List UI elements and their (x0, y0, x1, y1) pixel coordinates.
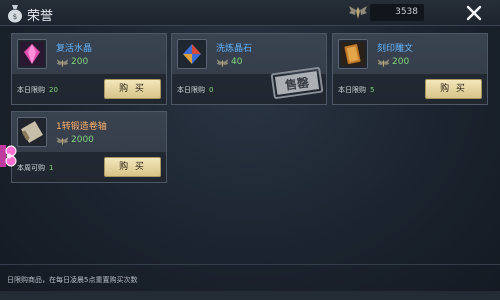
item-price: 200 (71, 57, 89, 67)
shop-item-card: 复活水晶 200 本日限购 20 购 买 (11, 33, 167, 105)
purchase-limit: 本日限购 5 (338, 85, 374, 95)
pink-crystal-icon (17, 39, 47, 69)
honor-currency-value: 3538 (370, 4, 424, 21)
svg-text:$: $ (13, 13, 17, 21)
footer-divider (0, 264, 500, 265)
limit-label: 本周可购 (17, 164, 45, 172)
purchase-limit: 本日限购 20 (17, 85, 58, 95)
limit-count: 5 (370, 86, 375, 94)
item-price: 40 (231, 57, 243, 67)
purchase-limit: 本日限购 0 (177, 85, 213, 95)
limit-count: 20 (49, 86, 58, 94)
refine-stone-icon (177, 39, 207, 69)
top-bar: $ 荣誉 3538 (0, 0, 500, 26)
honor-wings-icon (377, 59, 390, 68)
close-icon[interactable] (462, 1, 486, 25)
side-tab-icon[interactable] (0, 143, 17, 169)
limit-label: 本日限购 (17, 86, 45, 94)
limit-label: 本日限购 (177, 86, 205, 94)
engrave-rune-icon (338, 39, 368, 69)
honor-wings-icon (56, 59, 69, 68)
item-name: 刻印雕文 (377, 44, 414, 54)
bag-icon: $ (8, 5, 22, 23)
shop-item-card: 1转锻造卷轴 2000 本周可购 1 购 买 (11, 111, 167, 183)
limit-count: 0 (209, 86, 214, 94)
bottom-bar (0, 291, 500, 300)
item-price: 2000 (71, 135, 94, 145)
footer-note: 日限购商品，在每日凌晨5点重置购买次数 (7, 276, 138, 284)
limit-count: 1 (49, 164, 54, 172)
limit-label: 本日限购 (338, 86, 366, 94)
shop-item-card: 刻印雕文 200 本日限购 5 购 买 (332, 33, 488, 105)
item-price: 200 (392, 57, 410, 67)
item-name: 复活水晶 (56, 44, 93, 54)
buy-button[interactable]: 购 买 (104, 157, 161, 177)
honor-wings-icon (216, 59, 229, 68)
item-name: 1转锻造卷轴 (56, 122, 107, 132)
page-title: 荣誉 (27, 9, 54, 24)
forge-scroll-icon (17, 117, 47, 147)
honor-wings-icon (56, 137, 69, 146)
buy-button[interactable]: 购 买 (425, 79, 482, 99)
purchase-limit: 本周可购 1 (17, 163, 53, 173)
honor-wings-icon (349, 6, 367, 19)
item-name: 洗炼晶石 (216, 44, 253, 54)
buy-button[interactable]: 购 买 (104, 79, 161, 99)
